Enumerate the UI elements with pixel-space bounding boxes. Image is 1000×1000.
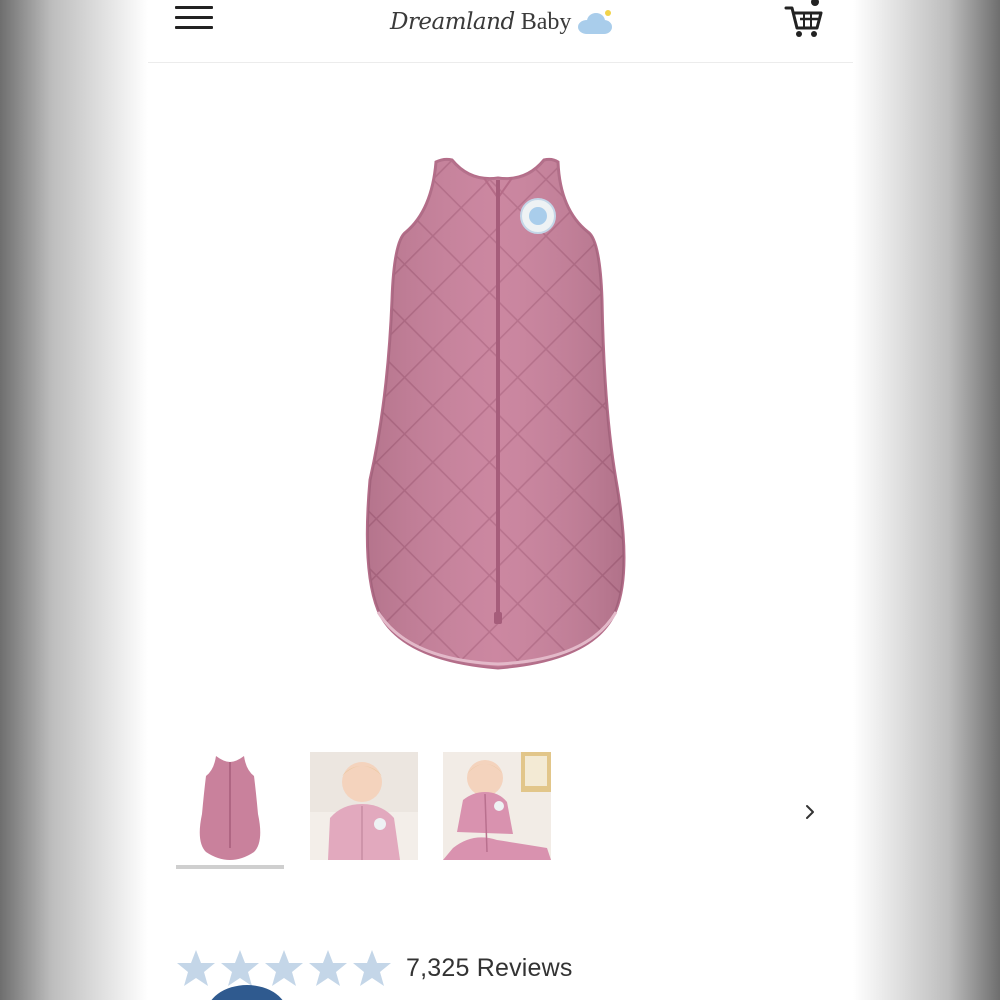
- brand-logo[interactable]: Dreamland Baby: [390, 2, 615, 42]
- thumbnail-3[interactable]: [443, 752, 551, 860]
- thumbnail-1[interactable]: [176, 752, 284, 860]
- site-header: Dreamland Baby: [148, 0, 853, 63]
- star-icon: [221, 950, 259, 986]
- thumbnail-selected-indicator: [176, 865, 284, 869]
- thumbnail-2[interactable]: [310, 752, 418, 860]
- star-icon: [353, 950, 391, 986]
- thumbnail-strip: [176, 752, 776, 872]
- star-icon: [309, 950, 347, 986]
- star-icon: [265, 950, 303, 986]
- hamburger-menu-icon[interactable]: [175, 6, 213, 32]
- brand-logo-word: Baby: [520, 8, 572, 35]
- review-count[interactable]: 7,325 Reviews: [406, 954, 573, 983]
- brand-logo-script: Dreamland: [390, 9, 515, 35]
- reviews-summary[interactable]: 7,325 Reviews: [176, 948, 573, 988]
- cloud-icon: [578, 10, 613, 34]
- product-main-image[interactable]: [348, 150, 638, 675]
- star-icon: [177, 950, 215, 986]
- star-rating: [176, 948, 392, 988]
- chevron-right-icon[interactable]: [800, 800, 820, 824]
- shopping-cart-icon[interactable]: [784, 0, 826, 40]
- product-page: Dreamland Baby 7,325 Reviews: [148, 0, 853, 1000]
- right-backdrop: [853, 0, 1000, 1000]
- left-backdrop: [0, 0, 148, 1000]
